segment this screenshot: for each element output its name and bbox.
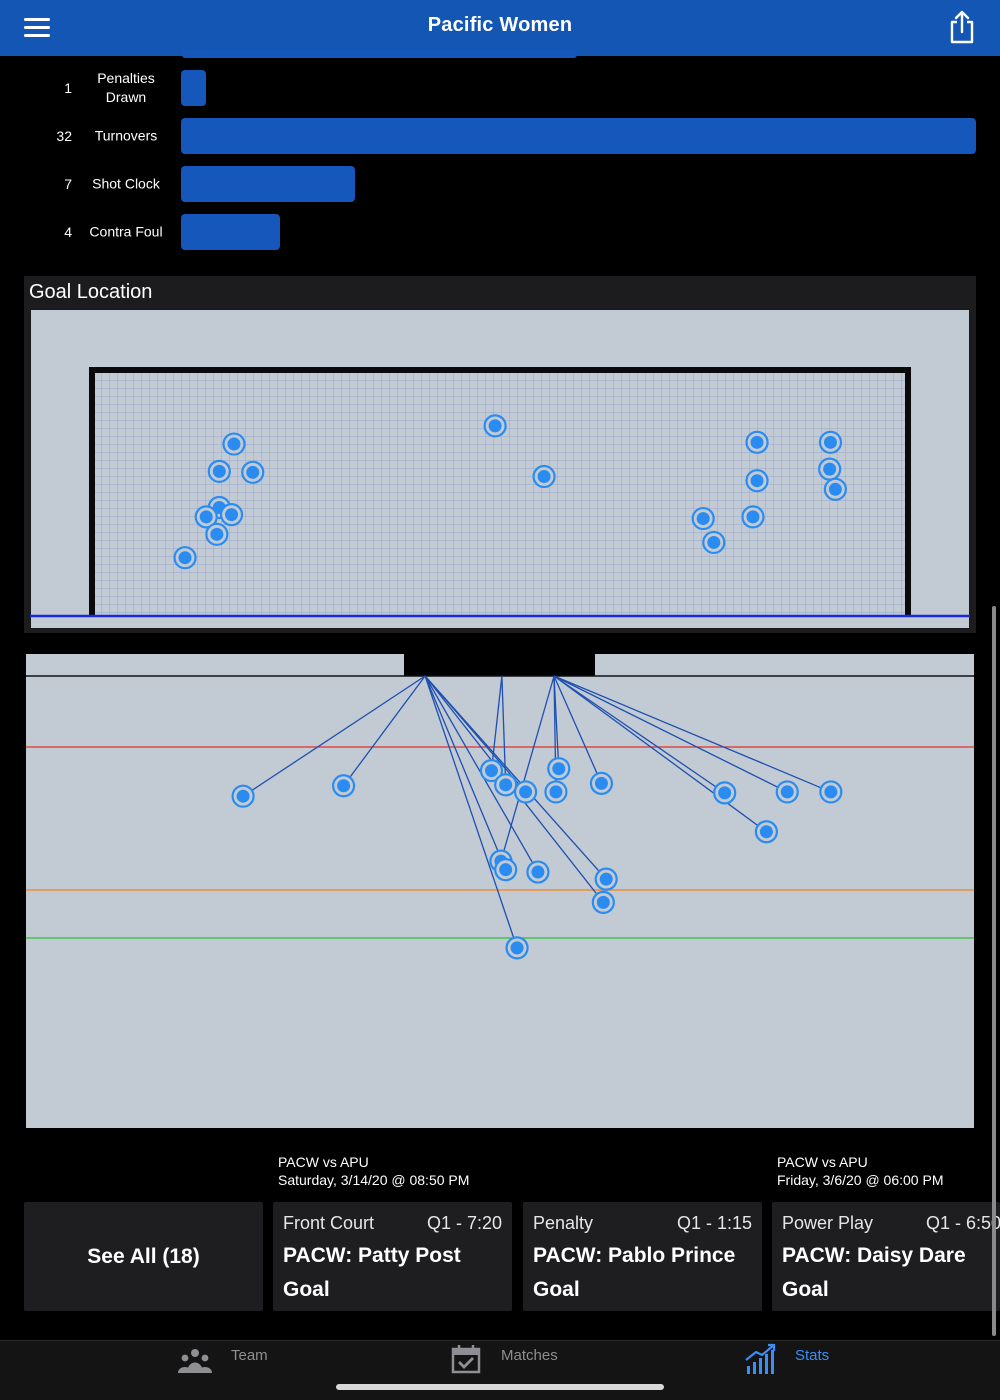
goal-shot-marker-fill <box>212 464 226 478</box>
tab-label: Matches <box>501 1347 558 1364</box>
event-result: Goal <box>782 1278 829 1301</box>
tab-label: Team <box>231 1347 268 1364</box>
shot-origin-marker-fill <box>780 785 794 799</box>
goal-shot-marker-fill <box>750 435 764 449</box>
see-all-label: See All (18) <box>87 1244 200 1268</box>
shot-origin-marker-fill <box>599 872 613 886</box>
shot-field-chart <box>26 654 974 1128</box>
event-player: PACW: Daisy Dare <box>782 1244 966 1267</box>
stat-bar <box>181 214 281 250</box>
shot-origin-marker-fill <box>236 789 250 803</box>
stat-row-turnovers: 32 Turnovers <box>0 118 1000 154</box>
tab-team[interactable]: Team <box>172 1341 292 1400</box>
stat-label: Penalties Drawn <box>97 70 155 105</box>
match-datetime: Friday, 3/6/20 @ 06:00 PM <box>777 1172 944 1188</box>
goal-shot-marker-fill <box>750 474 764 488</box>
tab-bar: Team Matches Stats <box>0 1340 1000 1400</box>
goal-shot-marker-fill <box>210 527 224 541</box>
top-bar: Pacific Women <box>0 0 1000 56</box>
event-card[interactable]: Front Court Q1 - 7:20 PACW: Patty Post G… <box>273 1202 512 1311</box>
shot-origin-marker-fill <box>596 895 610 909</box>
goal-location-panel: Goal Location <box>24 276 976 633</box>
stat-row-contra-foul: 4 Contra Foul <box>0 214 1000 250</box>
goal-shot-marker-fill <box>246 465 260 479</box>
shot-origin-marker-fill <box>531 865 545 879</box>
event-card[interactable]: Penalty Q1 - 1:15 PACW: Pablo Prince Goa… <box>523 1202 762 1311</box>
goal-location-chart <box>30 309 970 629</box>
shot-origin-marker-fill <box>519 785 533 799</box>
event-result: Goal <box>533 1278 580 1301</box>
shot-origin-marker-fill <box>510 941 524 955</box>
event-result: Goal <box>283 1278 330 1301</box>
event-card[interactable]: Power Play Q1 - 6:50 PACW: Daisy Dare Go… <box>772 1202 1000 1311</box>
event-type: Front Court <box>283 1213 375 1233</box>
shot-origin-marker-fill <box>594 776 608 790</box>
event-time: Q1 - 1:15 <box>677 1213 753 1233</box>
stat-label: Contra Foul <box>89 223 163 240</box>
share-icon[interactable] <box>948 10 976 44</box>
goal-shot-marker-fill <box>707 535 721 549</box>
stat-value: 32 <box>56 128 72 144</box>
match-title: PACW vs APU <box>278 1154 369 1170</box>
see-all-button[interactable]: See All (18) <box>24 1202 263 1311</box>
shot-origin-marker-fill <box>499 863 513 877</box>
goal-shot-marker-fill <box>823 462 837 476</box>
goal-shot-marker-fill <box>178 551 192 565</box>
stat-row-shot-clock: 7 Shot Clock <box>0 166 1000 202</box>
page-title: Pacific Women <box>427 14 573 36</box>
shot-origin-marker-fill <box>824 785 838 799</box>
shot-origin-marker-fill <box>549 785 563 799</box>
shot-origin-marker-fill <box>759 825 773 839</box>
goal-shot-marker-fill <box>746 510 760 524</box>
stat-value: 4 <box>64 224 72 240</box>
tab-matches[interactable]: Matches <box>448 1341 568 1400</box>
event-time: Q1 - 6:50 <box>926 1213 1000 1233</box>
shot-origin-marker-fill <box>484 764 498 778</box>
goal-shot-marker-fill <box>823 435 837 449</box>
goal-shot-marker-fill <box>225 508 239 522</box>
goal-shot-marker-fill <box>488 419 502 433</box>
tab-stats[interactable]: Stats <box>742 1341 862 1400</box>
goal-shot-marker-fill <box>227 437 241 451</box>
goal-shot-marker-fill <box>696 512 710 526</box>
team-icon <box>178 1349 212 1373</box>
stat-value: 1 <box>64 80 72 96</box>
shot-origin-marker-fill <box>499 778 513 792</box>
shot-origin-marker-fill <box>552 762 566 776</box>
match-header: PACW vs APU Friday, 3/6/20 @ 06:00 PM <box>777 1153 943 1189</box>
match-header: PACW vs APU Saturday, 3/14/20 @ 08:50 PM <box>278 1153 469 1189</box>
stat-bar <box>181 118 976 154</box>
stat-bar <box>181 166 355 202</box>
calendar-check-icon <box>451 1345 481 1374</box>
event-type: Penalty <box>533 1213 594 1233</box>
stat-bar <box>181 70 206 106</box>
goal-location-title: Goal Location <box>29 281 153 303</box>
home-indicator <box>336 1384 664 1390</box>
scroll-indicator <box>992 606 996 1336</box>
match-title: PACW vs APU <box>777 1154 868 1170</box>
event-time: Q1 - 7:20 <box>427 1213 503 1233</box>
stat-bar-partial <box>182 50 577 58</box>
stats-chart-icon <box>745 1343 776 1374</box>
shot-origin-marker-fill <box>337 779 351 793</box>
shot-origin-marker-fill <box>718 786 732 800</box>
stat-label: Shot Clock <box>92 175 160 192</box>
tab-label: Stats <box>795 1347 830 1364</box>
goal-shot-marker-fill <box>537 470 551 484</box>
stat-row-penalties-drawn: 1 Penalties Drawn <box>0 70 1000 106</box>
event-player: PACW: Patty Post <box>283 1244 461 1267</box>
goal-shot-marker-fill <box>828 482 842 496</box>
goal-shot-marker-fill <box>199 510 213 524</box>
event-player: PACW: Pablo Prince <box>533 1244 736 1267</box>
stat-value: 7 <box>64 176 72 192</box>
stat-label: Turnovers <box>94 127 158 144</box>
match-datetime: Saturday, 3/14/20 @ 08:50 PM <box>278 1172 470 1188</box>
event-type: Power Play <box>782 1213 874 1233</box>
